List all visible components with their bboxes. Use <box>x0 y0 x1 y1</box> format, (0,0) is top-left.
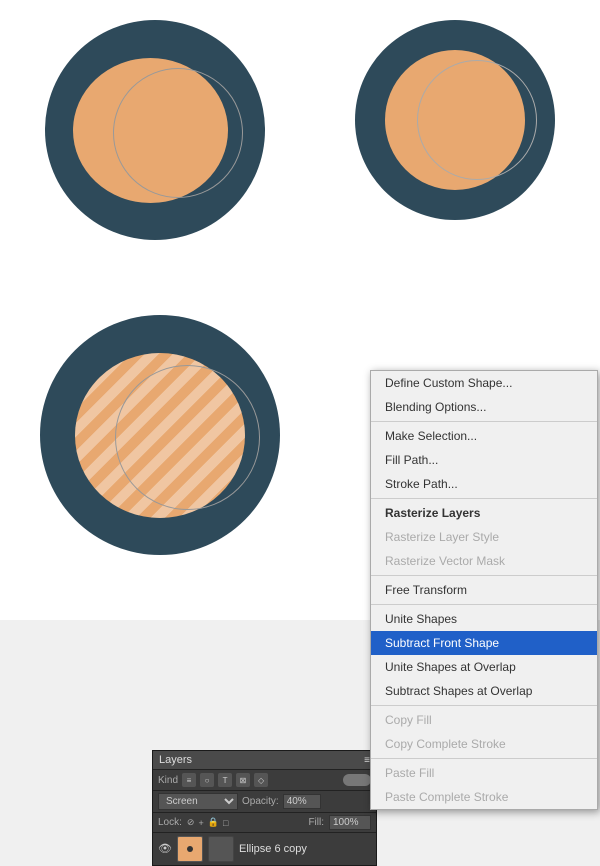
menu-item-subtract-shapes-at-overlap[interactable]: Subtract Shapes at Overlap <box>371 679 597 703</box>
menu-item-subtract-front-shape[interactable]: Subtract Front Shape <box>371 631 597 655</box>
filter-icons-group: ≡ ○ T ⊠ ◇ <box>182 773 268 787</box>
menu-item-define-custom-shape[interactable]: Define Custom Shape... <box>371 371 597 395</box>
filter-icon-text[interactable]: T <box>218 773 232 787</box>
menu-item-stroke-path[interactable]: Stroke Path... <box>371 472 597 496</box>
layers-title: Layers <box>159 754 192 766</box>
menu-item-rasterize-layers[interactable]: Rasterize Layers <box>371 501 597 525</box>
menu-separator-1 <box>371 421 597 422</box>
menu-item-unite-shapes-at-overlap[interactable]: Unite Shapes at Overlap <box>371 655 597 679</box>
menu-item-paste-complete-stroke: Paste Complete Stroke <box>371 785 597 809</box>
layer-thumbnail <box>177 836 203 862</box>
outer-circle-tl <box>45 20 265 240</box>
lock-icon-artboard[interactable]: □ <box>223 818 228 828</box>
menu-item-make-selection[interactable]: Make Selection... <box>371 424 597 448</box>
menu-item-fill-path[interactable]: Fill Path... <box>371 448 597 472</box>
menu-separator-2 <box>371 498 597 499</box>
layer-mask-thumbnail <box>208 836 234 862</box>
visibility-icon[interactable]: 👁 <box>158 842 172 856</box>
menu-item-free-transform[interactable]: Free Transform <box>371 578 597 602</box>
lock-icons-group: ⊘ + 🔒 □ <box>187 817 228 828</box>
filter-kind-label: Kind <box>158 775 178 786</box>
layer-name-label[interactable]: Ellipse 6 copy <box>239 843 371 855</box>
opacity-label: Opacity: <box>242 796 279 807</box>
layers-lock-row: Lock: ⊘ + 🔒 □ Fill: <box>153 813 376 833</box>
layers-panel: Layers ≡ Kind ≡ ○ T ⊠ ◇ Screen Opacity: … <box>152 750 377 866</box>
blending-mode-select[interactable]: Screen <box>158 793 238 810</box>
overlap-circle-bl <box>115 365 260 510</box>
scene-top-right <box>355 20 555 220</box>
menu-item-unite-shapes[interactable]: Unite Shapes <box>371 607 597 631</box>
filter-toggle[interactable] <box>343 774 371 786</box>
overlap-circle-tr <box>417 60 537 180</box>
layer-row-ellipse: 👁 Ellipse 6 copy <box>153 833 376 865</box>
layers-mode-row: Screen Opacity: <box>153 791 376 813</box>
overlap-oval-tl <box>113 68 243 198</box>
layers-filter-row: Kind ≡ ○ T ⊠ ◇ <box>153 770 376 791</box>
menu-separator-3 <box>371 575 597 576</box>
menu-item-blending-options[interactable]: Blending Options... <box>371 395 597 419</box>
menu-separator-5 <box>371 705 597 706</box>
filter-icon-shape[interactable]: ⊠ <box>236 773 250 787</box>
fill-input[interactable] <box>329 815 371 830</box>
menu-item-rasterize-vector-mask: Rasterize Vector Mask <box>371 549 597 573</box>
layer-thumb-dot <box>187 846 193 852</box>
lock-label: Lock: <box>158 817 182 828</box>
opacity-input[interactable] <box>283 794 321 809</box>
layers-panel-header: Layers ≡ <box>153 751 376 770</box>
menu-item-rasterize-layer-style: Rasterize Layer Style <box>371 525 597 549</box>
filter-icon-pixel[interactable]: ○ <box>200 773 214 787</box>
menu-item-copy-complete-stroke: Copy Complete Stroke <box>371 732 597 756</box>
outer-circle-bl <box>40 315 280 555</box>
lock-icon-position[interactable]: + <box>198 818 203 828</box>
fill-label: Fill: <box>308 817 324 828</box>
filter-icon-adjustment[interactable]: ◇ <box>254 773 268 787</box>
menu-separator-4 <box>371 604 597 605</box>
scene-top-left <box>45 20 265 240</box>
lock-icon-all[interactable]: 🔒 <box>208 817 219 828</box>
outer-circle-tr <box>355 20 555 220</box>
menu-item-copy-fill: Copy Fill <box>371 708 597 732</box>
menu-item-paste-fill: Paste Fill <box>371 761 597 785</box>
filter-icon-list[interactable]: ≡ <box>182 773 196 787</box>
menu-separator-6 <box>371 758 597 759</box>
lock-icon-transparent[interactable]: ⊘ <box>187 817 195 828</box>
context-menu: Define Custom Shape... Blending Options.… <box>370 370 598 810</box>
